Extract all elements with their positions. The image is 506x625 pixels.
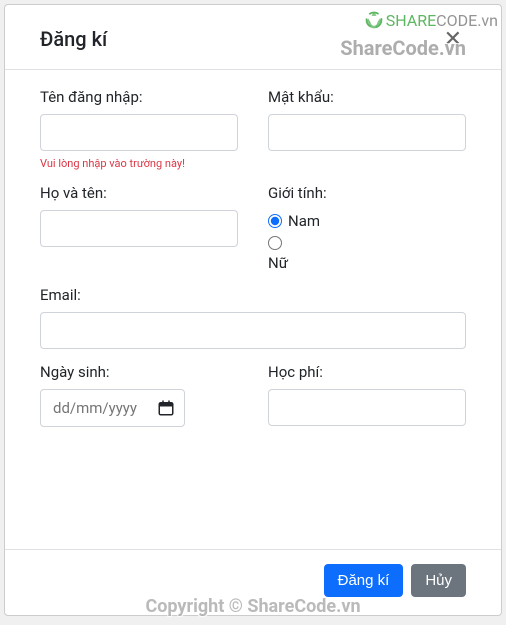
fullname-input[interactable] bbox=[40, 210, 238, 247]
tuition-input[interactable] bbox=[268, 389, 466, 426]
watermark-center-text: ShareCode.vn bbox=[340, 36, 466, 60]
modal-title: Đăng kí bbox=[40, 27, 107, 51]
gender-label: Giới tính: bbox=[268, 184, 466, 202]
username-group: Tên đăng nhập: Vui lòng nhập vào trường … bbox=[40, 88, 238, 170]
birthdate-input[interactable] bbox=[40, 389, 185, 427]
gender-male-radio[interactable] bbox=[268, 214, 282, 228]
modal-body: Tên đăng nhập: Vui lòng nhập vào trường … bbox=[5, 70, 501, 549]
gender-female-label[interactable]: Nữ bbox=[268, 254, 288, 272]
email-label: Email: bbox=[40, 286, 466, 304]
recycle-icon bbox=[364, 10, 384, 30]
password-input[interactable] bbox=[268, 114, 466, 151]
tuition-group: Học phí: bbox=[268, 363, 466, 427]
gender-male-label[interactable]: Nam bbox=[288, 212, 320, 230]
tuition-label: Học phí: bbox=[268, 363, 466, 381]
email-input[interactable] bbox=[40, 312, 466, 349]
password-label: Mật khẩu: bbox=[268, 88, 466, 106]
password-group: Mật khẩu: bbox=[268, 88, 466, 170]
username-error: Vui lòng nhập vào trường này! bbox=[40, 157, 238, 170]
cancel-button[interactable]: Hủy bbox=[411, 564, 466, 597]
gender-female-radio[interactable] bbox=[268, 236, 282, 250]
username-label: Tên đăng nhập: bbox=[40, 88, 238, 106]
submit-button[interactable]: Đăng kí bbox=[324, 564, 404, 597]
birthdate-label: Ngày sinh: bbox=[40, 363, 238, 381]
watermark-logo: SHARECODE.vn bbox=[364, 10, 498, 30]
watermark-bottom-text: Copyright © ShareCode.vn bbox=[145, 596, 360, 617]
register-modal: Đăng kí ✕ Tên đăng nhập: Vui lòng nhập v… bbox=[4, 4, 502, 616]
birthdate-group: Ngày sinh: bbox=[40, 363, 238, 427]
fullname-group: Họ và tên: bbox=[40, 184, 238, 272]
gender-group: Giới tính: Nam Nữ bbox=[268, 184, 466, 272]
username-input[interactable] bbox=[40, 114, 238, 151]
fullname-label: Họ và tên: bbox=[40, 184, 238, 202]
email-group: Email: bbox=[40, 286, 466, 349]
